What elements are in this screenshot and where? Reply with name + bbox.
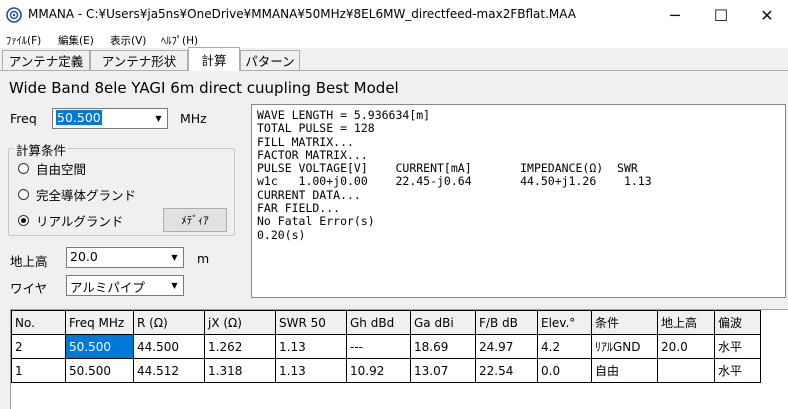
output-line: FAR FIELD... [257, 201, 341, 216]
table-cell[interactable]: 22.54 [475, 358, 538, 383]
table-cell[interactable]: 10.92 [346, 358, 411, 383]
column-header[interactable]: R (Ω) [133, 310, 205, 335]
height-combo[interactable]: 20.0 ▼ [66, 247, 184, 268]
label-perfect-ground[interactable]: 完全導体グランド [36, 185, 136, 204]
output-line: 0.20(s) [257, 227, 306, 242]
table-cell[interactable]: 1.318 [204, 358, 276, 383]
media-button[interactable]: ﾒﾃﾞｨｱ [163, 208, 227, 232]
output-line: No Fatal Error(s) [257, 214, 375, 229]
chevron-down-icon[interactable]: ▼ [166, 248, 183, 267]
window-title: MMANA - C:¥Users¥ja5ns¥OneDrive¥MMANA¥50… [28, 7, 576, 21]
output-line: CURRENT DATA... [257, 187, 361, 202]
tab-antenna-definition[interactable]: アンテナ定義 [2, 50, 90, 70]
freq-label: Freq [10, 111, 37, 126]
tab-calculation[interactable]: 計算 [188, 47, 240, 71]
table-cell[interactable]: 0.0 [537, 358, 592, 383]
column-header[interactable]: Gh dBd [346, 310, 411, 335]
freq-combo[interactable]: 50.500 ▼ [52, 108, 168, 129]
radio-perfect-ground[interactable] [18, 189, 29, 200]
menu-view[interactable]: 表示(V) [110, 33, 146, 48]
menu-file[interactable]: ﾌｧｲﾙ(F) [6, 33, 41, 48]
menu-edit[interactable]: 編集(E) [58, 33, 94, 48]
table-cell[interactable]: 50.500 [65, 358, 134, 383]
table-cell[interactable]: 1.262 [204, 334, 276, 359]
tab-divider [0, 70, 788, 71]
column-header[interactable]: 条件 [591, 310, 658, 335]
height-value: 20.0 [70, 249, 98, 264]
table-cell[interactable]: 1 [11, 358, 66, 383]
maximize-button[interactable]: ☐ [698, 0, 744, 30]
output-line: w1c 1.00+j0.00 22.45-j0.64 44.50+j1.26 1… [257, 174, 652, 189]
tab-antenna-shape[interactable]: アンテナ形状 [90, 50, 188, 70]
table-cell[interactable]: 24.97 [475, 334, 538, 359]
table-cell[interactable]: 自由 [591, 358, 658, 383]
calculation-output[interactable]: WAVE LENGTH = 5.936634[m] TOTAL PULSE = 1… [251, 104, 786, 298]
close-icon: ✕ [760, 5, 774, 25]
table-cell[interactable] [657, 358, 715, 383]
chevron-down-icon[interactable]: ▼ [166, 276, 183, 295]
wire-value: アルミパイプ [70, 280, 145, 295]
table-cell[interactable]: 13.07 [410, 358, 476, 383]
minimize-button[interactable]: ─ [652, 0, 698, 30]
label-free-space[interactable]: 自由空間 [36, 159, 86, 178]
table-row[interactable]: 2 50.500 44.500 1.262 1.13 --- 18.69 24.97 4.2 ﾘｱ… [11, 334, 761, 359]
table-cell[interactable]: 水平 [714, 334, 761, 359]
table-cell[interactable]: 20.0 [657, 334, 715, 359]
column-header[interactable]: SWR 50 [275, 310, 347, 335]
app-logo-icon [6, 7, 22, 23]
wire-combo[interactable]: アルミパイプ ▼ [66, 275, 184, 296]
table-cell[interactable]: --- [346, 334, 411, 359]
column-header[interactable]: Ga dBi [410, 310, 476, 335]
table-cell[interactable]: 2 [11, 334, 66, 359]
menu-help[interactable]: ﾍﾙﾌﾟ(H) [161, 33, 198, 48]
table-row[interactable]: 1 50.500 44.512 1.318 1.13 10.92 13.07 22.54 0.0… [11, 358, 761, 383]
column-header[interactable]: No. [11, 310, 66, 335]
model-title: Wide Band 8ele YAGI 6m direct cuupling B… [9, 79, 399, 97]
table-cell[interactable]: 44.512 [133, 358, 205, 383]
freq-value: 50.500 [56, 110, 102, 125]
radio-real-ground[interactable] [18, 215, 29, 226]
table-cell[interactable]: 44.500 [133, 334, 205, 359]
table-cell[interactable]: 18.69 [410, 334, 476, 359]
output-line: FILL MATRIX... [257, 134, 354, 149]
wire-label: ワイヤ [10, 281, 48, 296]
column-header[interactable]: 偏波 [714, 310, 761, 335]
column-header[interactable]: Elev.° [537, 310, 592, 335]
column-header[interactable]: 地上高 [657, 310, 715, 335]
table-cell[interactable]: 1.13 [275, 358, 347, 383]
table-cell[interactable]: 4.2 [537, 334, 592, 359]
table-cell[interactable]: 水平 [714, 358, 761, 383]
output-line: PULSE VOLTAGE[V] CURRENT[mA] IMPEDANCE(Ω… [257, 161, 638, 176]
minimize-icon: ─ [670, 5, 680, 25]
table-cell[interactable]: 1.13 [275, 334, 347, 359]
output-line: FACTOR MATRIX... [257, 147, 368, 162]
close-button[interactable]: ✕ [744, 0, 788, 30]
column-header[interactable]: F/B dB [475, 310, 538, 335]
conditions-legend: 計算条件 [14, 140, 69, 159]
output-line: WAVE LENGTH = 5.936634[m] [257, 108, 431, 122]
column-header[interactable]: Freq MHz [65, 310, 134, 335]
column-header[interactable]: jX (Ω) [204, 310, 276, 335]
table-header-row: No. Freq MHz R (Ω) jX (Ω) SWR 50 Gh dBd Ga dBi… [11, 310, 761, 335]
table-cell[interactable]: ﾘｱﾙGND [591, 334, 658, 359]
results-table[interactable]: No. Freq MHz R (Ω) jX (Ω) SWR 50 Gh dBd Ga dBi… [10, 309, 788, 409]
height-label: 地上高 [10, 254, 48, 269]
radio-free-space[interactable] [18, 163, 29, 174]
tab-pattern[interactable]: パターン [240, 50, 300, 70]
freq-unit: MHz [180, 111, 207, 126]
label-real-ground[interactable]: リアルグランド [36, 211, 123, 230]
chevron-down-icon[interactable]: ▼ [150, 109, 167, 128]
table-cell[interactable]: 50.500 [65, 334, 134, 359]
maximize-icon: ☐ [713, 5, 729, 25]
height-unit: m [197, 251, 210, 266]
output-line: TOTAL PULSE = 128 [257, 121, 375, 136]
